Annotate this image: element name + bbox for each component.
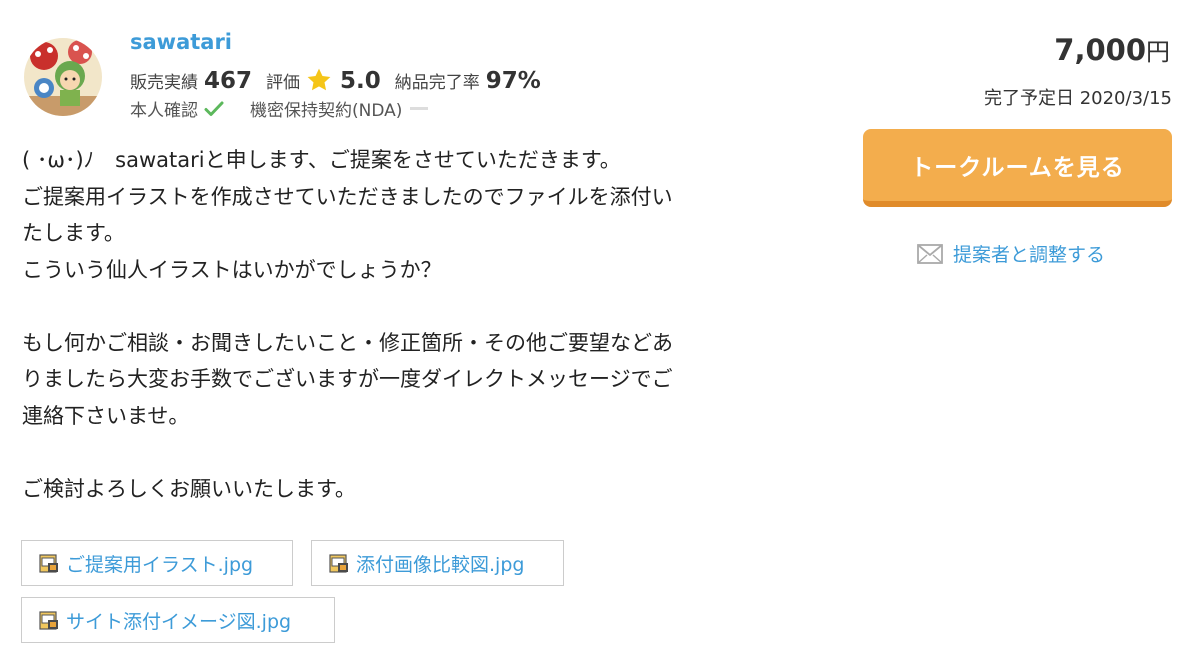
message-line: こういう仙人イラストはいかがでしょうか？ (22, 257, 442, 282)
verification-row: 本人確認 機密保持契約(NDA) (130, 96, 429, 121)
talk-room-button[interactable]: トークルームを見る (863, 129, 1172, 207)
due-date: 完了予定日 2020/3/15 (983, 88, 1172, 109)
message-line: たします。 (22, 221, 125, 245)
proposal-message: ( ･ω･)ﾉ sawatariと申します、ご提案をさせていただきます。 ご提案… (22, 142, 782, 507)
message-line: もし何かご相談・お聞きしたいこと・修正箇所・その他ご要望などあ (22, 330, 673, 355)
image-file-icon (329, 554, 348, 573)
nda-label: 機密保持契約(NDA) (250, 101, 403, 121)
contact-proposer-label: 提案者と調整する (953, 244, 1106, 266)
sales-value: 467 (204, 68, 253, 94)
message-line: りましたら大変お手数でございますが一度ダイレクトメッセージでご (22, 367, 673, 391)
attachment-filename: ご提案用イラスト.jpg (66, 553, 254, 576)
envelope-icon (917, 243, 943, 264)
star-icon (307, 68, 331, 91)
rating-label: 評価 (266, 73, 301, 93)
seller-stats: 販売実績 467 評価 5.0 納品完了率 97% (130, 62, 555, 94)
delivery-rate-value: 97% (485, 68, 541, 94)
identity-verified-label: 本人確認 (130, 101, 198, 121)
seller-avatar[interactable] (24, 38, 102, 116)
contact-proposer-link[interactable]: 提案者と調整する (917, 240, 1105, 267)
nda-status-dash (410, 107, 429, 110)
attachment-link[interactable]: 添付画像比較図.jpg (311, 540, 564, 586)
message-line: ( ･ω･)ﾉ sawatariと申します、ご提案をさせていただきます。 (22, 148, 621, 172)
message-line: 連絡下さいませ。 (22, 403, 190, 428)
delivery-rate-label: 納品完了率 (394, 73, 480, 93)
attachment-link[interactable]: ご提案用イラスト.jpg (21, 540, 293, 586)
message-line: ご提案用イラストを作成させていただきましたのでファイルを添付い (22, 184, 673, 209)
price-amount: 7,000 (1054, 33, 1146, 67)
price-currency: 円 (1146, 38, 1170, 66)
seller-username-link[interactable]: sawatari (130, 30, 232, 54)
offer-price: 7,000円 (1054, 32, 1170, 67)
rating-value: 5.0 (340, 68, 381, 94)
image-file-icon (39, 611, 58, 630)
attachment-filename: 添付画像比較図.jpg (356, 553, 525, 576)
avatar-illustration (24, 38, 102, 116)
message-line: ご検討よろしくお願いいたします。 (22, 476, 356, 501)
attachment-filename: サイト添付イメージ図.jpg (66, 610, 292, 633)
check-icon (204, 101, 224, 116)
sales-label: 販売実績 (130, 73, 198, 93)
image-file-icon (39, 554, 58, 573)
attachment-link[interactable]: サイト添付イメージ図.jpg (21, 597, 335, 643)
